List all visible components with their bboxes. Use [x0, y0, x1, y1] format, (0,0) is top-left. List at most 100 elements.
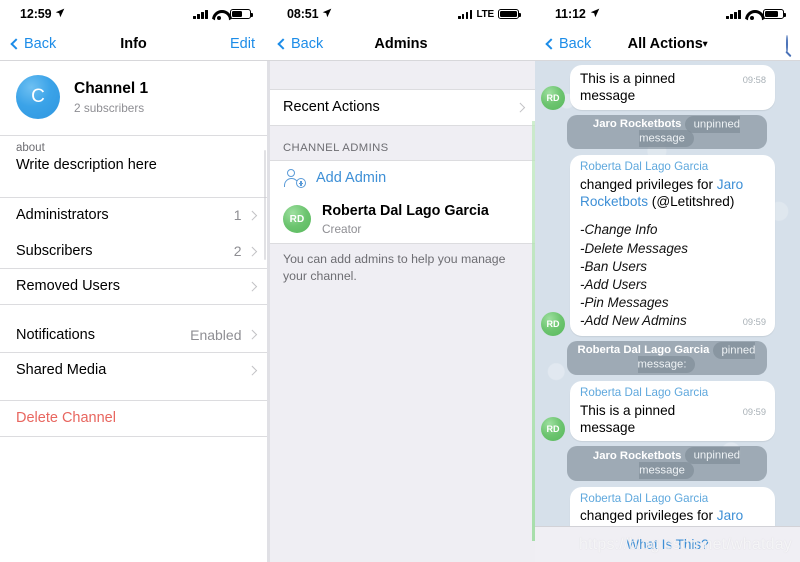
privilege-item: -Change Info [580, 222, 658, 238]
add-person-icon [283, 169, 306, 189]
message-time: 09:59 [742, 317, 766, 328]
search-button[interactable] [786, 35, 788, 53]
location-arrow-icon [590, 8, 600, 21]
row-recent-actions[interactable]: Recent Actions [267, 89, 535, 125]
battery-icon [763, 8, 787, 20]
status-right-actions [726, 8, 787, 20]
cellular-bars-icon [726, 9, 741, 19]
about-label: about [16, 141, 45, 154]
privilege-item-last: -Add New Admins 09:59 [580, 312, 766, 330]
phone-screen-channel-info: 12:59 Back Info Edit C Channel 1 2 subsc… [0, 0, 267, 562]
row-removed-users[interactable]: Removed Users [0, 268, 267, 304]
message-bubble[interactable]: This is a pinned message 09:58 [570, 65, 775, 110]
admins-footnote: You can add admins to help you manage yo… [283, 252, 506, 283]
admins-content: Recent Actions CHANNEL ADMINS Add Admin … [267, 61, 535, 562]
avatar: RD [541, 85, 565, 110]
divider [0, 435, 267, 437]
service-message: Jaro Rocketbots unpinned message [541, 114, 792, 150]
battery-icon [498, 8, 522, 20]
cellular-bars-icon [193, 9, 208, 19]
status-right-admins: LTE [457, 8, 522, 20]
row-value: 2 [233, 242, 242, 259]
service-actor: Jaro Rocketbots [592, 118, 682, 131]
about-value: Write description here [16, 156, 157, 173]
back-label: Back [24, 36, 57, 52]
message-line: This is a pinned message 09:59 [580, 402, 766, 437]
row-shared-media[interactable]: Shared Media [0, 352, 267, 388]
admin-list-item[interactable]: RD Roberta Dal Lago Garcia Creator [267, 196, 535, 243]
channel-meta: Channel 1 2 subscribers [74, 79, 148, 114]
location-arrow-icon [322, 8, 332, 21]
message-row: RD Roberta Dal Lago Garcia changed privi… [541, 155, 792, 336]
row-administrators[interactable]: Administrators 1 [0, 197, 267, 233]
row-notifications[interactable]: Notifications Enabled [0, 317, 267, 353]
scrollbar-info[interactable] [263, 150, 266, 260]
row-accessory: 1 [233, 207, 257, 224]
admin-role: Creator [322, 221, 362, 236]
add-admin-button[interactable]: Add Admin [267, 160, 535, 196]
chevron-right-icon [247, 365, 257, 375]
privilege-item: -Pin Messages [580, 295, 669, 311]
nav-bar-info: Back Info Edit [0, 28, 267, 61]
chevron-left-icon [277, 38, 289, 50]
message-author: Roberta Dal Lago Garcia [580, 491, 709, 505]
chevron-right-icon [247, 281, 257, 292]
recent-actions-label: Recent Actions [283, 99, 380, 116]
back-label: Back [559, 36, 592, 52]
avatar: RD [283, 205, 311, 234]
chevron-down-icon: ▾ [702, 38, 708, 49]
status-time: 12:59 [20, 7, 52, 21]
wifi-icon [212, 9, 226, 20]
group-spacer [0, 304, 267, 317]
status-left-actions: 11:12 [555, 7, 600, 21]
back-button-admins[interactable]: Back [277, 36, 324, 52]
back-button-info[interactable]: Back [10, 36, 57, 52]
carrier-label: LTE [476, 8, 494, 20]
row-accessory [242, 365, 257, 375]
message-text: changed privileges for Jaro Rocketbots (… [580, 176, 766, 211]
admin-meta: Roberta Dal Lago Garcia Creator [322, 203, 489, 235]
service-actor: Jaro Rocketbots [592, 449, 682, 462]
status-bar-admins: 08:51 LTE [267, 0, 535, 28]
what-is-this-link[interactable]: What Is This? [626, 537, 708, 552]
top-spacer [267, 61, 535, 89]
nav-bar-actions: Back All Actions▾ [535, 28, 800, 61]
message-bubble[interactable]: Roberta Dal Lago Garcia changed privileg… [570, 155, 775, 336]
service-message: Roberta Dal Lago Garcia pinned message: [541, 340, 792, 376]
search-icon [786, 35, 788, 53]
status-right-info [193, 8, 254, 20]
message-time: 09:58 [742, 75, 766, 85]
panel-edge-shadow [267, 61, 270, 562]
back-label: Back [291, 36, 324, 52]
location-arrow-icon [55, 8, 65, 21]
message-author: Roberta Dal Lago Garcia [580, 386, 709, 400]
message-text-plain: changed privileges for [580, 508, 717, 524]
channel-header[interactable]: C Channel 1 2 subscribers [0, 61, 267, 135]
row-accessory [242, 281, 257, 292]
row-label: Administrators [16, 207, 109, 224]
wifi-icon [745, 9, 759, 20]
status-bar-actions: 11:12 [535, 0, 800, 28]
service-bubble: Roberta Dal Lago Garcia pinned message: [566, 340, 767, 376]
privilege-item: -Delete Messages [580, 240, 688, 256]
service-actor: Roberta Dal Lago Garcia [577, 344, 710, 357]
row-accessory: 2 [233, 242, 257, 259]
edit-button[interactable]: Edit [230, 36, 255, 52]
all-actions-label: All Actions [627, 36, 703, 52]
channel-avatar: C [16, 75, 60, 119]
row-value: Enabled [190, 326, 242, 343]
back-button-actions[interactable]: Back [545, 36, 592, 52]
message-bubble[interactable]: Roberta Dal Lago Garcia This is a pinned… [570, 381, 775, 442]
row-label: Notifications [16, 326, 95, 343]
delete-channel-button[interactable]: Delete Channel [0, 400, 267, 436]
chat-log[interactable]: RD This is a pinned message 09:58 Jaro R… [535, 61, 800, 562]
group-spacer [0, 388, 267, 401]
about-section[interactable]: about Write description here [0, 136, 267, 185]
phone-screen-admins: 08:51 LTE Back Admins Recent Actions CHA… [267, 0, 535, 562]
message-handle: (@Letitshred) [651, 194, 735, 209]
row-value: 1 [233, 207, 242, 224]
row-subscribers[interactable]: Subscribers 2 [0, 233, 267, 269]
row-label: Shared Media [16, 362, 107, 379]
phone-screen-all-actions: 11:12 Back All Actions▾ RD This is a pin… [535, 0, 800, 562]
chevron-left-icon [10, 38, 22, 50]
